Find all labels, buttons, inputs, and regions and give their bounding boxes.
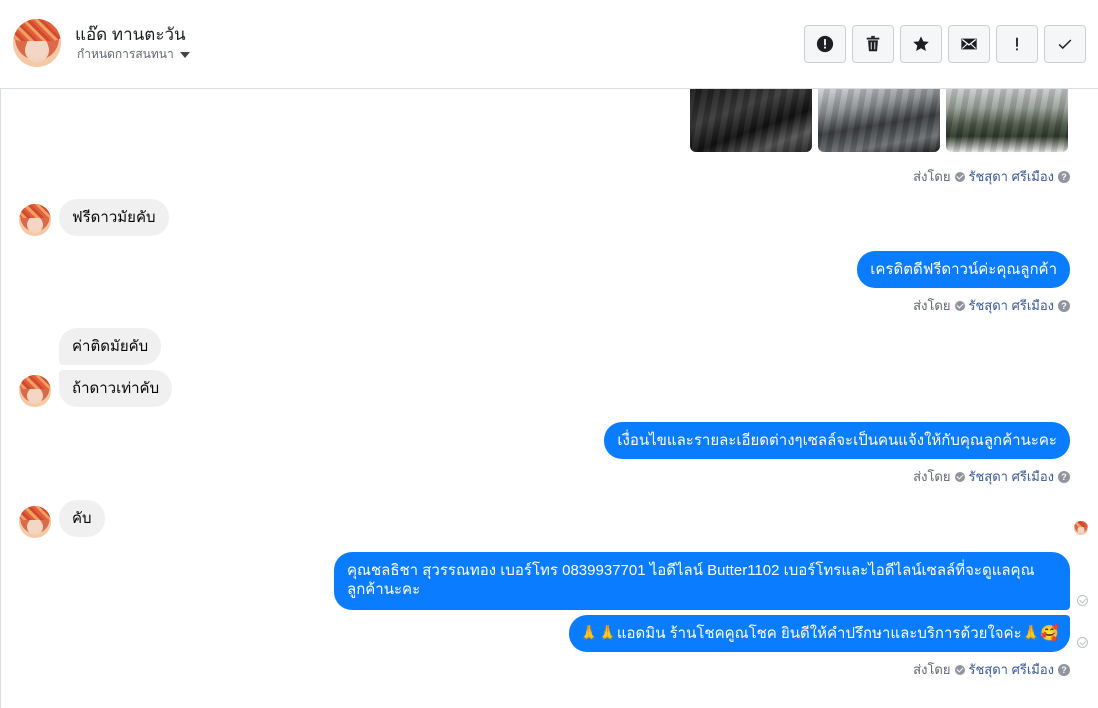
check-icon: [1058, 39, 1072, 50]
conversation-toolbar: [804, 25, 1086, 63]
delivered-check-icon: [1077, 595, 1088, 606]
customer-avatar[interactable]: [19, 506, 51, 538]
verified-check-icon: [954, 171, 965, 182]
outgoing-message[interactable]: เครดิตดีฟรีดาวน์ค่ะคุณลูกค้า: [857, 251, 1070, 288]
incoming-message[interactable]: ค่าติดมัยคับ: [59, 328, 162, 365]
mark-spam-button[interactable]: [804, 25, 846, 63]
verified-check-icon: [954, 300, 965, 311]
verified-check-icon: [954, 471, 965, 482]
conversation-schedule-dropdown[interactable]: กำหนดการสนทนา: [77, 45, 190, 64]
conversation-header: แอ๊ด ทานตะวัน กำหนดการสนทนา: [0, 0, 1098, 89]
help-icon[interactable]: ?: [1058, 663, 1070, 676]
delete-button[interactable]: [852, 25, 894, 63]
sent-by-line: ส่งโดย รัชสุดา ศรีเมือง ?: [913, 659, 1070, 680]
attachment-photo-interior[interactable]: [690, 89, 812, 152]
caret-down-icon: [179, 52, 190, 58]
exclamation-icon: [1016, 37, 1018, 51]
delivered-check-icon: [1077, 637, 1088, 648]
star-button[interactable]: [900, 25, 942, 63]
alert-circle-icon: [816, 35, 834, 53]
customer-avatar[interactable]: [19, 204, 51, 236]
help-icon[interactable]: ?: [1058, 170, 1070, 183]
help-icon[interactable]: ?: [1058, 470, 1070, 483]
envelope-icon: [961, 38, 977, 50]
trash-icon: [866, 35, 880, 52]
outgoing-message[interactable]: คุณชลธิชา สุวรรณทอง เบอร์โทร 0839937701 …: [334, 552, 1070, 610]
mark-done-button[interactable]: [1044, 25, 1086, 63]
important-button[interactable]: [996, 25, 1038, 63]
sender-name-link[interactable]: รัชสุดา ศรีเมือง: [969, 295, 1055, 316]
sent-by-line: ส่งโดย รัชสุดา ศรีเมือง ?: [913, 295, 1070, 316]
sender-name-link[interactable]: รัชสุดา ศรีเมือง: [969, 659, 1055, 680]
sender-name-link[interactable]: รัชสุดา ศรีเมือง: [969, 466, 1055, 487]
star-icon: [913, 36, 929, 52]
read-receipt-avatar: [1074, 521, 1088, 535]
contact-name[interactable]: แอ๊ด ทานตะวัน: [75, 21, 186, 48]
outgoing-message[interactable]: เงื่อนไขและรายละเอียดต่างๆเซลล์จะเป็นคนแ…: [604, 422, 1070, 459]
incoming-message[interactable]: ถ้าดาวเท่าคับ: [59, 370, 173, 407]
sent-by-line: ส่งโดย รัชสุดา ศรีเมือง ?: [913, 466, 1070, 487]
sent-by-line: ส่งโดย รัชสุดา ศรีเมือง ?: [913, 166, 1070, 187]
outgoing-message[interactable]: 🙏🙏แอดมิน ร้านโชคคูณโชค ยินดีให้คำปรึกษาแ…: [568, 615, 1070, 652]
contact-avatar[interactable]: [13, 19, 61, 67]
conversation-schedule-label: กำหนดการสนทนา: [77, 47, 174, 61]
help-icon[interactable]: ?: [1058, 299, 1070, 312]
attachment-photo-engine[interactable]: [946, 89, 1068, 152]
mark-unread-button[interactable]: [948, 25, 990, 63]
sender-name-link[interactable]: รัชสุดา ศรีเมือง: [969, 166, 1055, 187]
incoming-message[interactable]: คับ: [59, 500, 105, 537]
customer-avatar[interactable]: [19, 375, 51, 407]
incoming-message[interactable]: ฟรีดาวมัยคับ: [59, 199, 169, 236]
attachment-photo-dashboard[interactable]: [818, 89, 940, 152]
verified-check-icon: [954, 664, 965, 675]
